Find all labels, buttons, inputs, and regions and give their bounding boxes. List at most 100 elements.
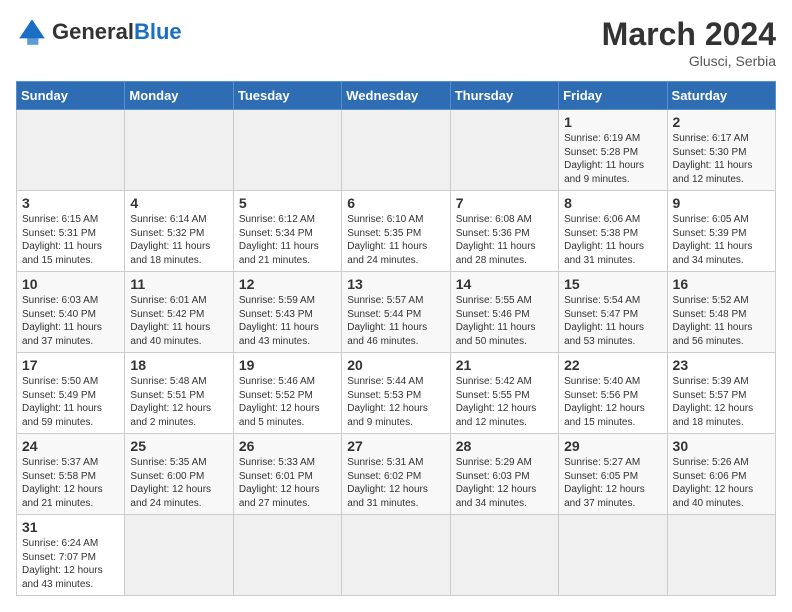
- title-block: March 2024 Glusci, Serbia: [602, 16, 776, 69]
- table-row: 9 Sunrise: 6:05 AM Sunset: 5:39 PM Daylig…: [667, 191, 775, 272]
- table-row: 3Sunrise: 6:15 AM Sunset: 5:31 PM Daylig…: [17, 191, 125, 272]
- day-number: 10: [22, 276, 119, 292]
- table-row: 15 Sunrise: 5:54 AM Sunset: 5:47 PM Dayli…: [559, 272, 667, 353]
- table-row: 2 Sunrise: 6:17 AM Sunset: 5:30 PM Daylig…: [667, 110, 775, 191]
- day-number: 1: [564, 114, 661, 130]
- day-info: Sunrise: 6:06 AM Sunset: 5:38 PM Dayligh…: [564, 213, 661, 267]
- table-row: 13 Sunrise: 5:57 AM Sunset: 5:44 PM Dayli…: [342, 272, 450, 353]
- page-header: GeneralBlue March 2024 Glusci, Serbia: [16, 16, 776, 69]
- day-info: Sunrise: 5:46 AM Sunset: 5:52 PM Dayligh…: [239, 375, 336, 429]
- day-number: 16: [673, 276, 770, 292]
- day-number: 31: [22, 519, 119, 535]
- table-row: 16 Sunrise: 5:52 AM Sunset: 5:48 PM Dayli…: [667, 272, 775, 353]
- day-number: 9: [673, 195, 770, 211]
- day-info: Sunrise: 5:52 AM Sunset: 5:48 PM Dayligh…: [673, 294, 770, 348]
- header-friday: Friday: [559, 82, 667, 110]
- day-info: Sunrise: 5:44 AM Sunset: 5:53 PM Dayligh…: [347, 375, 444, 429]
- day-number: 20: [347, 357, 444, 373]
- table-row: 4Sunrise: 6:14 AM Sunset: 5:32 PM Daylig…: [125, 191, 233, 272]
- day-info: Sunrise: 5:27 AM Sunset: 6:05 PM Dayligh…: [564, 456, 661, 510]
- table-row: [233, 515, 341, 596]
- logo-icon: [16, 16, 48, 48]
- table-row: [17, 110, 125, 191]
- day-info: Sunrise: 6:10 AM Sunset: 5:35 PM Dayligh…: [347, 213, 444, 267]
- day-info: Sunrise: 5:57 AM Sunset: 5:44 PM Dayligh…: [347, 294, 444, 348]
- day-info: Sunrise: 5:50 AM Sunset: 5:49 PM Dayligh…: [22, 375, 119, 429]
- day-number: 22: [564, 357, 661, 373]
- table-row: 24Sunrise: 5:37 AM Sunset: 5:58 PM Dayli…: [17, 434, 125, 515]
- logo-general: General: [52, 19, 134, 44]
- table-row: [450, 515, 558, 596]
- day-number: 26: [239, 438, 336, 454]
- header-sunday: Sunday: [17, 82, 125, 110]
- day-info: Sunrise: 5:33 AM Sunset: 6:01 PM Dayligh…: [239, 456, 336, 510]
- day-info: Sunrise: 6:08 AM Sunset: 5:36 PM Dayligh…: [456, 213, 553, 267]
- day-number: 2: [673, 114, 770, 130]
- table-row: 6 Sunrise: 6:10 AM Sunset: 5:35 PM Daylig…: [342, 191, 450, 272]
- day-info: Sunrise: 6:17 AM Sunset: 5:30 PM Dayligh…: [673, 132, 770, 186]
- table-row: [125, 110, 233, 191]
- table-row: [559, 515, 667, 596]
- table-row: 19Sunrise: 5:46 AM Sunset: 5:52 PM Dayli…: [233, 353, 341, 434]
- table-row: 1 Sunrise: 6:19 AM Sunset: 5:28 PM Daylig…: [559, 110, 667, 191]
- table-row: 27 Sunrise: 5:31 AM Sunset: 6:02 PM Dayli…: [342, 434, 450, 515]
- day-number: 23: [673, 357, 770, 373]
- day-info: Sunrise: 6:19 AM Sunset: 5:28 PM Dayligh…: [564, 132, 661, 186]
- header-monday: Monday: [125, 82, 233, 110]
- day-info: Sunrise: 6:24 AM Sunset: 7:07 PM Dayligh…: [22, 537, 119, 591]
- table-row: 7 Sunrise: 6:08 AM Sunset: 5:36 PM Daylig…: [450, 191, 558, 272]
- table-row: [342, 515, 450, 596]
- day-number: 13: [347, 276, 444, 292]
- day-info: Sunrise: 5:40 AM Sunset: 5:56 PM Dayligh…: [564, 375, 661, 429]
- day-number: 5: [239, 195, 336, 211]
- table-row: 31 Sunrise: 6:24 AM Sunset: 7:07 PM Dayli…: [17, 515, 125, 596]
- header-wednesday: Wednesday: [342, 82, 450, 110]
- weekday-header-row: Sunday Monday Tuesday Wednesday Thursday…: [17, 82, 776, 110]
- logo: GeneralBlue: [16, 16, 182, 48]
- calendar-title: March 2024: [602, 16, 776, 53]
- day-number: 29: [564, 438, 661, 454]
- table-row: 29 Sunrise: 5:27 AM Sunset: 6:05 PM Dayli…: [559, 434, 667, 515]
- day-number: 17: [22, 357, 119, 373]
- day-info: Sunrise: 5:48 AM Sunset: 5:51 PM Dayligh…: [130, 375, 227, 429]
- day-info: Sunrise: 6:14 AM Sunset: 5:32 PM Dayligh…: [130, 213, 227, 267]
- day-number: 14: [456, 276, 553, 292]
- day-info: Sunrise: 5:55 AM Sunset: 5:46 PM Dayligh…: [456, 294, 553, 348]
- table-row: [342, 110, 450, 191]
- day-info: Sunrise: 5:26 AM Sunset: 6:06 PM Dayligh…: [673, 456, 770, 510]
- table-row: 12 Sunrise: 5:59 AM Sunset: 5:43 PM Dayli…: [233, 272, 341, 353]
- day-info: Sunrise: 5:54 AM Sunset: 5:47 PM Dayligh…: [564, 294, 661, 348]
- logo-blue: Blue: [134, 19, 182, 44]
- day-info: Sunrise: 5:31 AM Sunset: 6:02 PM Dayligh…: [347, 456, 444, 510]
- day-info: Sunrise: 5:39 AM Sunset: 5:57 PM Dayligh…: [673, 375, 770, 429]
- table-row: 5 Sunrise: 6:12 AM Sunset: 5:34 PM Daylig…: [233, 191, 341, 272]
- day-number: 12: [239, 276, 336, 292]
- day-number: 27: [347, 438, 444, 454]
- logo-text: GeneralBlue: [52, 21, 182, 43]
- day-info: Sunrise: 6:05 AM Sunset: 5:39 PM Dayligh…: [673, 213, 770, 267]
- day-number: 15: [564, 276, 661, 292]
- day-number: 30: [673, 438, 770, 454]
- table-row: 14 Sunrise: 5:55 AM Sunset: 5:46 PM Dayli…: [450, 272, 558, 353]
- day-info: Sunrise: 5:59 AM Sunset: 5:43 PM Dayligh…: [239, 294, 336, 348]
- day-number: 7: [456, 195, 553, 211]
- table-row: 11 Sunrise: 6:01 AM Sunset: 5:42 PM Dayli…: [125, 272, 233, 353]
- day-number: 11: [130, 276, 227, 292]
- day-info: Sunrise: 6:01 AM Sunset: 5:42 PM Dayligh…: [130, 294, 227, 348]
- header-tuesday: Tuesday: [233, 82, 341, 110]
- day-number: 28: [456, 438, 553, 454]
- day-number: 18: [130, 357, 227, 373]
- table-row: 23 Sunrise: 5:39 AM Sunset: 5:57 PM Dayli…: [667, 353, 775, 434]
- table-row: 20 Sunrise: 5:44 AM Sunset: 5:53 PM Dayli…: [342, 353, 450, 434]
- day-info: Sunrise: 6:12 AM Sunset: 5:34 PM Dayligh…: [239, 213, 336, 267]
- day-info: Sunrise: 5:35 AM Sunset: 6:00 PM Dayligh…: [130, 456, 227, 510]
- day-info: Sunrise: 6:15 AM Sunset: 5:31 PM Dayligh…: [22, 213, 119, 267]
- calendar-subtitle: Glusci, Serbia: [602, 53, 776, 69]
- table-row: [125, 515, 233, 596]
- calendar-table: Sunday Monday Tuesday Wednesday Thursday…: [16, 81, 776, 596]
- table-row: 18 Sunrise: 5:48 AM Sunset: 5:51 PM Dayli…: [125, 353, 233, 434]
- table-row: 21Sunrise: 5:42 AM Sunset: 5:55 PM Dayli…: [450, 353, 558, 434]
- table-row: 22 Sunrise: 5:40 AM Sunset: 5:56 PM Dayli…: [559, 353, 667, 434]
- table-row: 17 Sunrise: 5:50 AM Sunset: 5:49 PM Dayli…: [17, 353, 125, 434]
- day-number: 6: [347, 195, 444, 211]
